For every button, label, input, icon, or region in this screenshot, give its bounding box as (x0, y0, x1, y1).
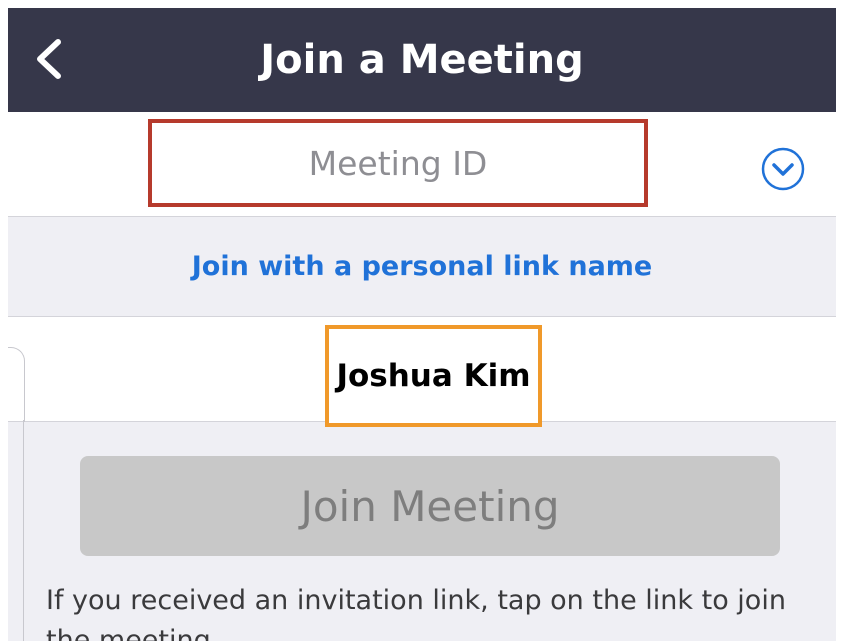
chevron-down-circle-icon[interactable] (760, 146, 806, 192)
screen-name-field[interactable]: Joshua Kim (325, 325, 542, 427)
screen-name-row: Joshua Kim (8, 316, 836, 427)
panel-edge (8, 347, 25, 422)
helper-text: If you received an invitation link, tap … (46, 585, 786, 641)
navigation-bar: Join a Meeting (8, 8, 836, 112)
page-title: Join a Meeting (260, 37, 584, 83)
personal-link-row: Join with a personal link name (8, 217, 836, 315)
panel-edge-line (23, 420, 24, 641)
app-frame: Join a Meeting Meeting ID Join with a pe… (8, 8, 836, 641)
meeting-id-row: Meeting ID (8, 112, 836, 217)
personal-link-name-link[interactable]: Join with a personal link name (192, 251, 652, 282)
join-meeting-button[interactable]: Join Meeting (80, 456, 780, 556)
meeting-id-input[interactable]: Meeting ID (148, 119, 648, 207)
